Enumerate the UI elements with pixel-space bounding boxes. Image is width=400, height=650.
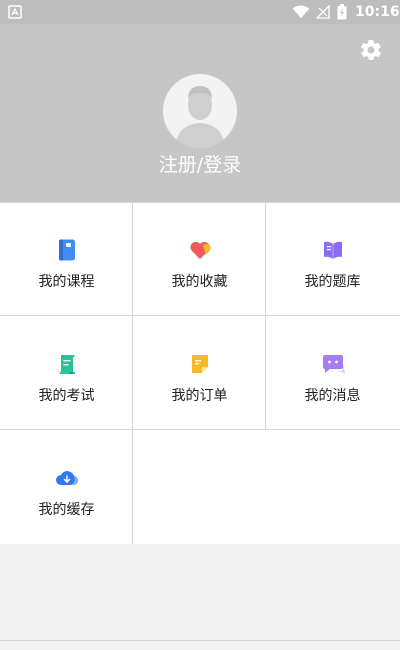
favorite-icon bbox=[189, 241, 211, 259]
cache-download-icon bbox=[55, 471, 78, 486]
avatar[interactable] bbox=[163, 74, 237, 148]
order-icon bbox=[191, 355, 208, 373]
wifi-icon bbox=[292, 5, 310, 18]
message-icon bbox=[322, 355, 345, 373]
menu-label: 我的考试 bbox=[38, 388, 95, 404]
battery-charging-icon bbox=[337, 4, 347, 20]
menu-label: 我的缓存 bbox=[38, 502, 95, 518]
default-avatar-icon bbox=[175, 86, 225, 148]
menu-label: 我的题库 bbox=[304, 274, 361, 290]
menu-item-question-bank[interactable]: 我的题库 bbox=[266, 202, 399, 316]
status-bar: 10:16 bbox=[0, 0, 400, 24]
question-bank-icon bbox=[323, 241, 342, 259]
course-icon bbox=[58, 239, 75, 261]
menu-item-favorites[interactable]: 我的收藏 bbox=[133, 202, 266, 316]
menu-item-orders[interactable]: 我的订单 bbox=[133, 316, 266, 430]
menu-label: 我的收藏 bbox=[171, 274, 228, 290]
menu-grid: 我的课程 我的收藏 我的题库 我的考试 我的订单 我的消息 我的缓存 bbox=[0, 202, 400, 544]
profile-header: 注册/登录 bbox=[0, 24, 400, 202]
exam-icon bbox=[58, 355, 75, 374]
menu-label: 我的课程 bbox=[38, 274, 95, 290]
menu-label: 我的消息 bbox=[304, 388, 361, 404]
bottom-divider bbox=[0, 640, 400, 641]
settings-gear-icon[interactable] bbox=[359, 38, 383, 62]
notification-icon bbox=[8, 5, 22, 19]
signal-icon bbox=[316, 5, 330, 19]
menu-item-courses[interactable]: 我的课程 bbox=[0, 202, 133, 316]
menu-label: 我的订单 bbox=[171, 388, 228, 404]
menu-item-cache[interactable]: 我的缓存 bbox=[0, 430, 133, 544]
menu-item-messages[interactable]: 我的消息 bbox=[266, 316, 399, 430]
menu-item-exams[interactable]: 我的考试 bbox=[0, 316, 133, 430]
login-register-link[interactable]: 注册/登录 bbox=[0, 152, 400, 178]
status-time: 10:16 bbox=[355, 4, 400, 20]
